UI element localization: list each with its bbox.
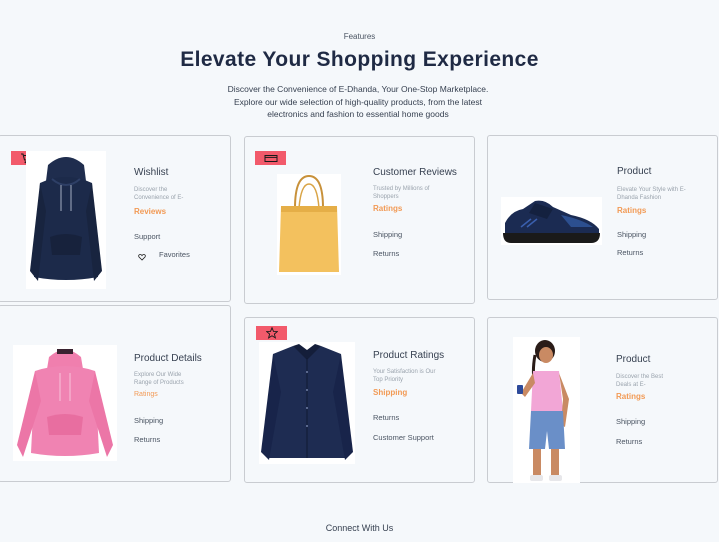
card-link-shipping[interactable]: Shipping xyxy=(617,230,646,239)
card-description: Explore Our Wide Range of Products xyxy=(134,372,184,386)
card-rating-label: Ratings xyxy=(134,391,158,398)
card-title: Product Ratings xyxy=(373,350,445,361)
feature-card-customer-reviews[interactable]: Customer Reviews Trusted by Millions of … xyxy=(244,136,475,304)
card-link-returns[interactable]: Returns xyxy=(373,413,399,422)
feature-card-wishlist[interactable]: Wishlist Discover the Convenience of E- … xyxy=(0,135,231,302)
card-description: Discover the Best Deals at E- xyxy=(616,374,664,388)
card-title: Wishlist xyxy=(134,167,169,178)
card-link-shipping[interactable]: Shipping xyxy=(616,417,645,426)
card-rating-label: Shipping xyxy=(373,388,408,397)
navy-shirt-image xyxy=(259,342,355,464)
card-description: Trusted by Millions of Shoppers xyxy=(373,186,430,200)
feature-card-product-ratings[interactable]: Product Ratings Your Satisfaction is Our… xyxy=(244,317,475,483)
card-link-returns[interactable]: Returns xyxy=(616,437,642,446)
card-rating-label: Ratings xyxy=(373,204,403,213)
pink-hoodie-image xyxy=(13,345,117,461)
card-title: Product xyxy=(616,354,651,365)
sneaker-image xyxy=(501,197,602,245)
card-badge xyxy=(256,326,287,340)
footer-connect-heading: Connect With Us xyxy=(325,523,394,533)
card-link-favorites[interactable]: Favorites xyxy=(159,250,190,259)
feature-card-product-sneaker[interactable]: Product Elevate Your Style with E-Dhanda… xyxy=(487,135,718,300)
card-link-returns[interactable]: Returns xyxy=(373,249,399,258)
feature-card-product-details[interactable]: Product Details Explore Our Wide Range o… xyxy=(0,305,231,482)
card-rating-label: Reviews xyxy=(134,207,167,216)
card-rating-label: Ratings xyxy=(616,392,646,401)
shopper-image xyxy=(513,337,580,483)
card-link-support[interactable]: Support xyxy=(134,232,160,241)
page-subtitle: Discover the Convenience of E-Dhanda, Yo… xyxy=(227,84,489,119)
navy-hoodie-image xyxy=(26,151,106,289)
feature-card-product-shopper[interactable]: Product Discover the Best Deals at E- Ra… xyxy=(487,317,718,483)
card-link-returns[interactable]: Returns xyxy=(617,248,643,257)
card-badge xyxy=(255,151,286,165)
heart-icon[interactable] xyxy=(138,253,146,261)
card-rating-label: Ratings xyxy=(617,206,647,215)
card-link-returns[interactable]: Returns xyxy=(134,435,160,444)
card-link-customer-support[interactable]: Customer Support xyxy=(373,433,434,442)
features-eyebrow: Features xyxy=(343,32,376,41)
card-link-shipping[interactable]: Shipping xyxy=(134,416,163,425)
card-description: Elevate Your Style with E-Dhanda Fashion xyxy=(617,187,686,201)
card-icon xyxy=(264,154,277,162)
card-description: Discover the Convenience of E- xyxy=(134,187,184,201)
star-icon xyxy=(265,327,278,339)
card-title: Product xyxy=(617,166,652,177)
card-link-shipping[interactable]: Shipping xyxy=(373,230,402,239)
card-description: Your Satisfaction is Our Top Priority xyxy=(373,369,436,383)
card-title: Product Details xyxy=(134,353,202,364)
tote-bag-image xyxy=(277,174,341,275)
card-title: Customer Reviews xyxy=(373,167,457,178)
page-title: Elevate Your Shopping Experience xyxy=(180,48,539,71)
